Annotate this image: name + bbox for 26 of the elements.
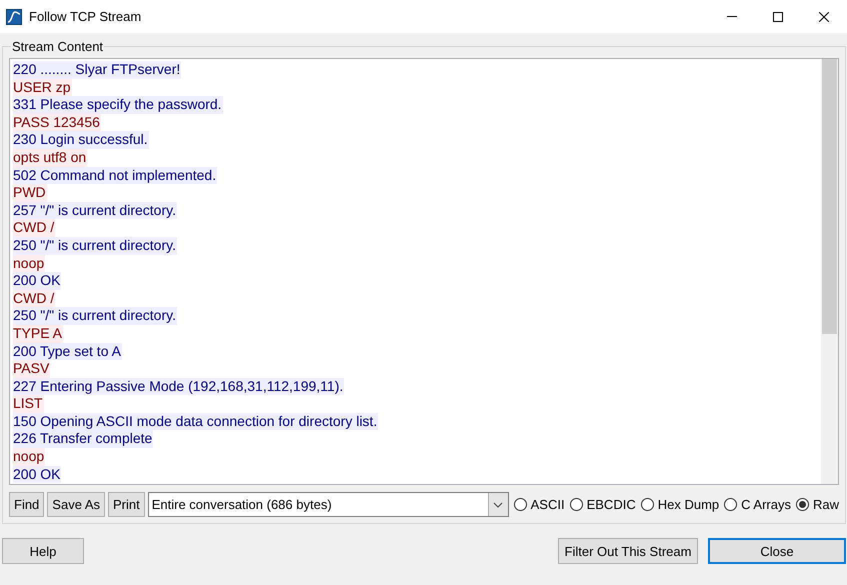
format-radio[interactable] xyxy=(796,498,809,511)
maximize-icon xyxy=(773,12,783,22)
format-label: Hex Dump xyxy=(658,497,720,512)
format-label: C Arrays xyxy=(741,497,791,512)
filter-button[interactable]: Filter Out This Stream xyxy=(558,538,698,564)
format-radio[interactable] xyxy=(570,498,583,511)
format-label: Raw xyxy=(812,497,839,512)
app-logo-icon xyxy=(6,8,22,24)
scrollbar[interactable] xyxy=(821,59,838,484)
toolbar-button[interactable]: Print xyxy=(108,492,145,517)
minimize-icon xyxy=(727,16,737,17)
close-icon xyxy=(819,12,829,22)
format-radio[interactable] xyxy=(514,498,527,511)
format-label: ASCII xyxy=(530,497,565,512)
format-radio[interactable] xyxy=(640,498,654,511)
conversation-dropdown[interactable]: Entire conversation (686 bytes) xyxy=(148,492,509,517)
group-label: Stream Content xyxy=(11,39,104,54)
help-button[interactable]: Help xyxy=(2,538,84,564)
format-label: EBCDIC xyxy=(586,497,636,512)
close-dialog-button[interactable]: Close xyxy=(708,538,846,564)
format-radio[interactable] xyxy=(724,498,738,511)
toolbar-button[interactable]: Find xyxy=(9,492,44,517)
window-title: Follow TCP Stream xyxy=(29,9,142,24)
stream-text-area[interactable] xyxy=(9,58,839,485)
chevron-down-icon xyxy=(493,502,504,508)
toolbar-button[interactable]: Save As xyxy=(47,492,105,517)
